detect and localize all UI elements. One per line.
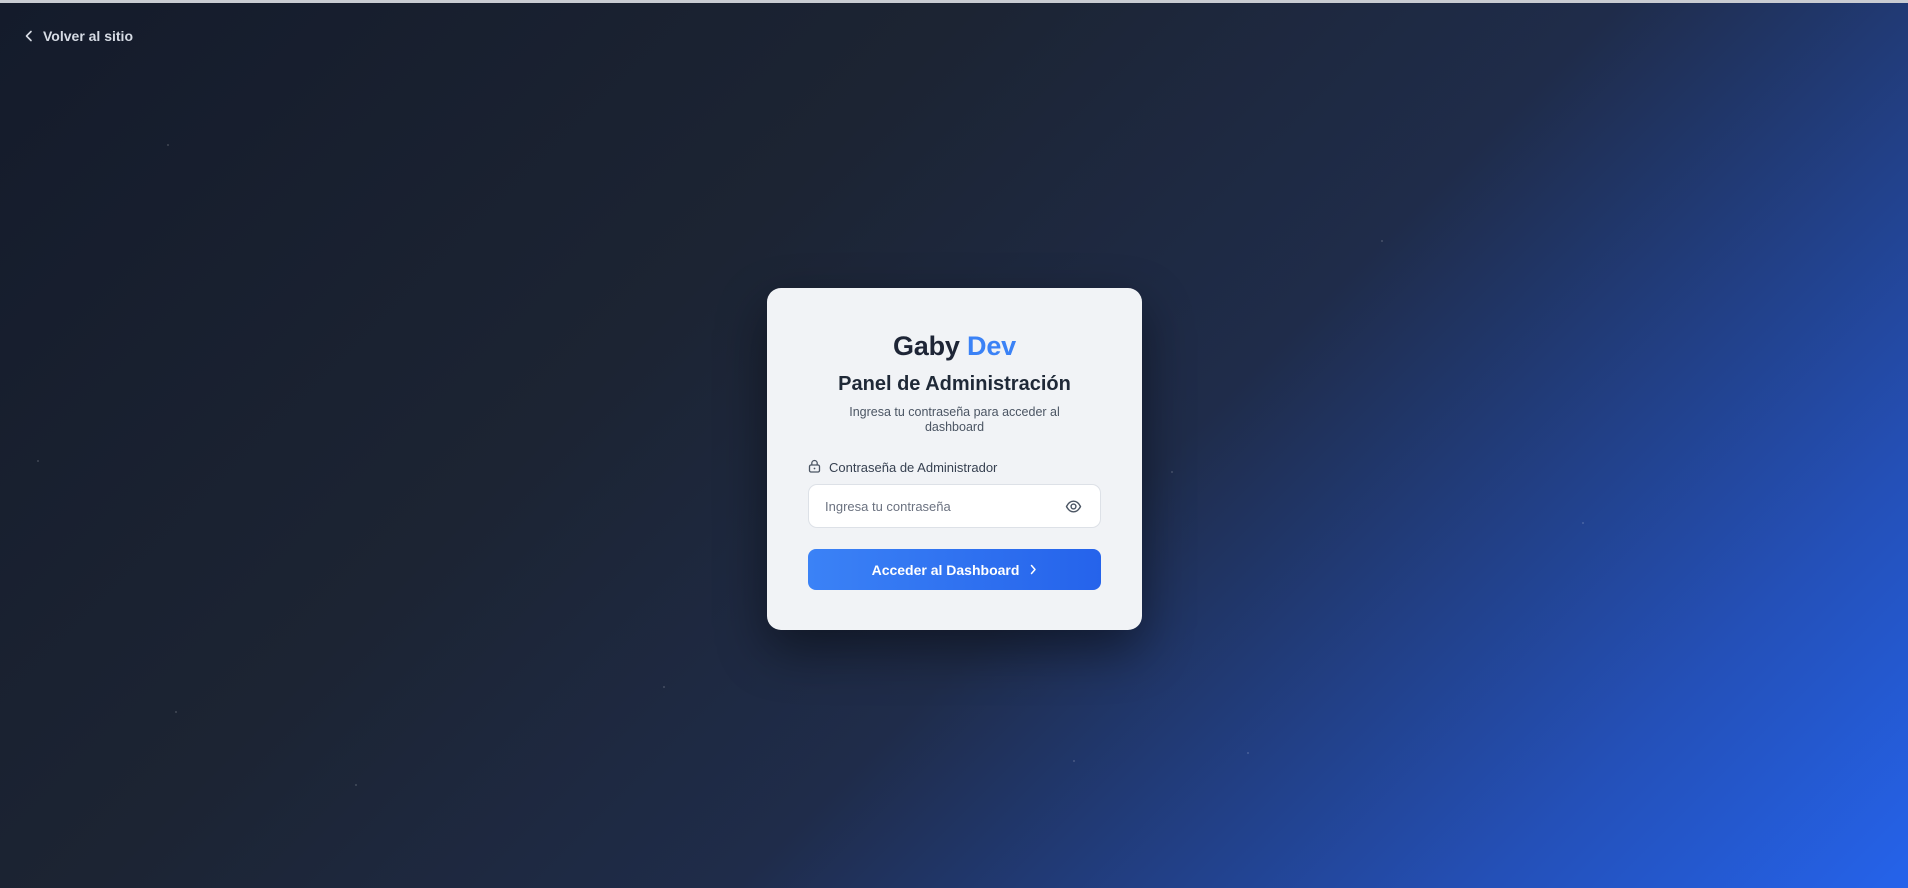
page-title: Panel de Administración	[838, 373, 1071, 395]
background-star	[1171, 471, 1173, 473]
background-star	[355, 784, 357, 786]
password-label: Contraseña de Administrador	[808, 459, 1101, 476]
back-link-label: Volver al sitio	[43, 28, 133, 44]
show-password-eye-icon[interactable]	[1065, 498, 1082, 520]
chevron-right-icon	[1029, 562, 1037, 578]
lock-icon	[808, 459, 821, 476]
top-border	[0, 0, 1908, 3]
background-star	[175, 711, 177, 713]
background-star	[1381, 240, 1383, 242]
back-to-site-link[interactable]: Volver al sitio	[24, 28, 133, 44]
access-dashboard-button[interactable]: Acceder al Dashboard	[808, 549, 1101, 590]
background-star	[167, 144, 169, 146]
background-star	[1247, 752, 1249, 754]
background-star	[37, 460, 39, 462]
password-input[interactable]	[809, 485, 1100, 527]
chevron-left-icon	[24, 30, 34, 42]
submit-label: Acceder al Dashboard	[871, 561, 1020, 578]
page-subtitle: Ingresa tu contraseña para acceder al da…	[849, 405, 1060, 434]
brand-logo: Gaby Dev	[808, 330, 1101, 362]
background-star	[1073, 760, 1075, 762]
password-field-wrapper	[808, 484, 1101, 528]
background-star	[663, 686, 665, 688]
background-star	[1582, 522, 1584, 524]
brand-primary: Gaby	[893, 331, 960, 361]
password-label-text: Contraseña de Administrador	[829, 460, 998, 475]
login-card: Gaby Dev Panel de Administración Ingresa…	[767, 288, 1142, 630]
brand-accent: Dev	[967, 331, 1016, 361]
